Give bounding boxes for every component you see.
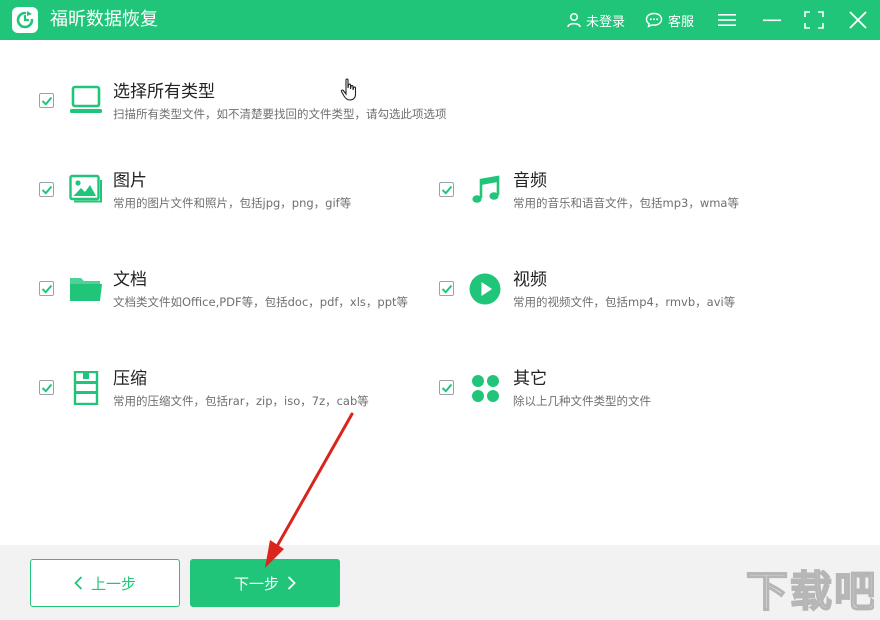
option-video-desc: 常用的视频文件，包括mp4，rmvb，avi等 [513, 295, 736, 309]
option-audio[interactable]: 音频 常用的音乐和语音文件，包括mp3，wma等 [439, 171, 839, 217]
checkbox-video[interactable] [439, 281, 454, 296]
option-archive-desc: 常用的压缩文件，包括rar，zip，iso，7z，cab等 [113, 394, 369, 408]
option-audio-desc: 常用的音乐和语音文件，包括mp3，wma等 [513, 196, 739, 210]
svg-text:下载吧: 下载吧 [746, 567, 874, 616]
option-picture[interactable]: 图片 常用的图片文件和照片，包括jpg，png，gif等 [39, 171, 429, 217]
option-all-types-title: 选择所有类型 [113, 82, 215, 102]
check-icon [441, 383, 453, 393]
hand-cursor-icon [340, 78, 357, 101]
folder-icon [70, 278, 102, 301]
option-all-types[interactable]: 选择所有类型 扫描所有类型文件，如不清楚要找回的文件类型，请勾选此项选项 [39, 82, 559, 128]
minimize-icon [763, 19, 781, 22]
option-all-types-desc: 扫描所有类型文件，如不清楚要找回的文件类型，请勾选此项选项 [113, 107, 447, 121]
chevron-left-icon [74, 576, 83, 590]
app-logo-icon [12, 7, 38, 33]
previous-step-label: 上一步 [90, 574, 136, 593]
service-button[interactable]: 客服 [645, 0, 694, 40]
option-picture-title: 图片 [113, 171, 147, 191]
user-icon [567, 12, 581, 28]
chevron-right-icon [287, 576, 296, 590]
option-document-desc: 文档类文件如Office,PDF等，包括doc，pdf，xls，ppt等 [113, 295, 409, 309]
computer-icon [70, 85, 102, 113]
option-audio-title: 音频 [513, 171, 547, 191]
option-other[interactable]: 其它 除以上几种文件类型的文件 [439, 369, 839, 415]
close-icon [849, 11, 867, 29]
menu-icon [718, 14, 736, 26]
service-label: 客服 [668, 14, 695, 30]
maximize-button[interactable] [804, 0, 826, 40]
watermark-logo: 下载吧 [745, 566, 874, 616]
check-icon [441, 185, 453, 195]
play-icon [469, 273, 501, 305]
option-picture-desc: 常用的图片文件和照片，包括jpg，png，gif等 [113, 196, 352, 210]
menu-button[interactable] [718, 0, 738, 40]
app-title: 福昕数据恢复 [50, 9, 158, 30]
login-label: 未登录 [586, 14, 626, 30]
check-icon [41, 185, 53, 195]
minimize-button[interactable] [763, 0, 783, 40]
check-icon [441, 284, 453, 294]
checkbox-audio[interactable] [439, 182, 454, 197]
previous-step-button[interactable]: 上一步 [30, 559, 180, 607]
option-video-title: 视频 [513, 270, 547, 290]
login-button[interactable]: 未登录 [566, 0, 625, 40]
music-note-icon [472, 175, 500, 203]
check-icon [41, 284, 53, 294]
option-other-title: 其它 [513, 369, 547, 389]
checkbox-archive[interactable] [39, 380, 54, 395]
check-icon [41, 383, 53, 393]
title-bar: 福昕数据恢复 未登录 客服 [0, 0, 880, 40]
maximize-icon [804, 11, 824, 29]
option-document[interactable]: 文档 文档类文件如Office,PDF等，包括doc，pdf，xls，ppt等 [39, 270, 434, 316]
check-icon [41, 96, 53, 106]
checkbox-document[interactable] [39, 281, 54, 296]
next-step-button[interactable]: 下一步 [190, 559, 340, 607]
checkbox-all-types[interactable] [39, 93, 54, 108]
option-archive[interactable]: 压缩 常用的压缩文件，包括rar，zip，iso，7z，cab等 [39, 369, 419, 415]
close-button[interactable] [849, 0, 869, 40]
picture-icon [69, 174, 102, 203]
option-document-title: 文档 [113, 270, 147, 290]
archive-icon [73, 371, 99, 405]
chat-icon [645, 12, 663, 28]
option-video[interactable]: 视频 常用的视频文件，包括mp4，rmvb，avi等 [439, 270, 839, 316]
apps-icon [472, 375, 499, 402]
checkbox-other[interactable] [439, 380, 454, 395]
checkbox-picture[interactable] [39, 182, 54, 197]
option-archive-title: 压缩 [113, 369, 147, 389]
option-other-desc: 除以上几种文件类型的文件 [513, 394, 651, 408]
next-step-label: 下一步 [233, 574, 279, 593]
